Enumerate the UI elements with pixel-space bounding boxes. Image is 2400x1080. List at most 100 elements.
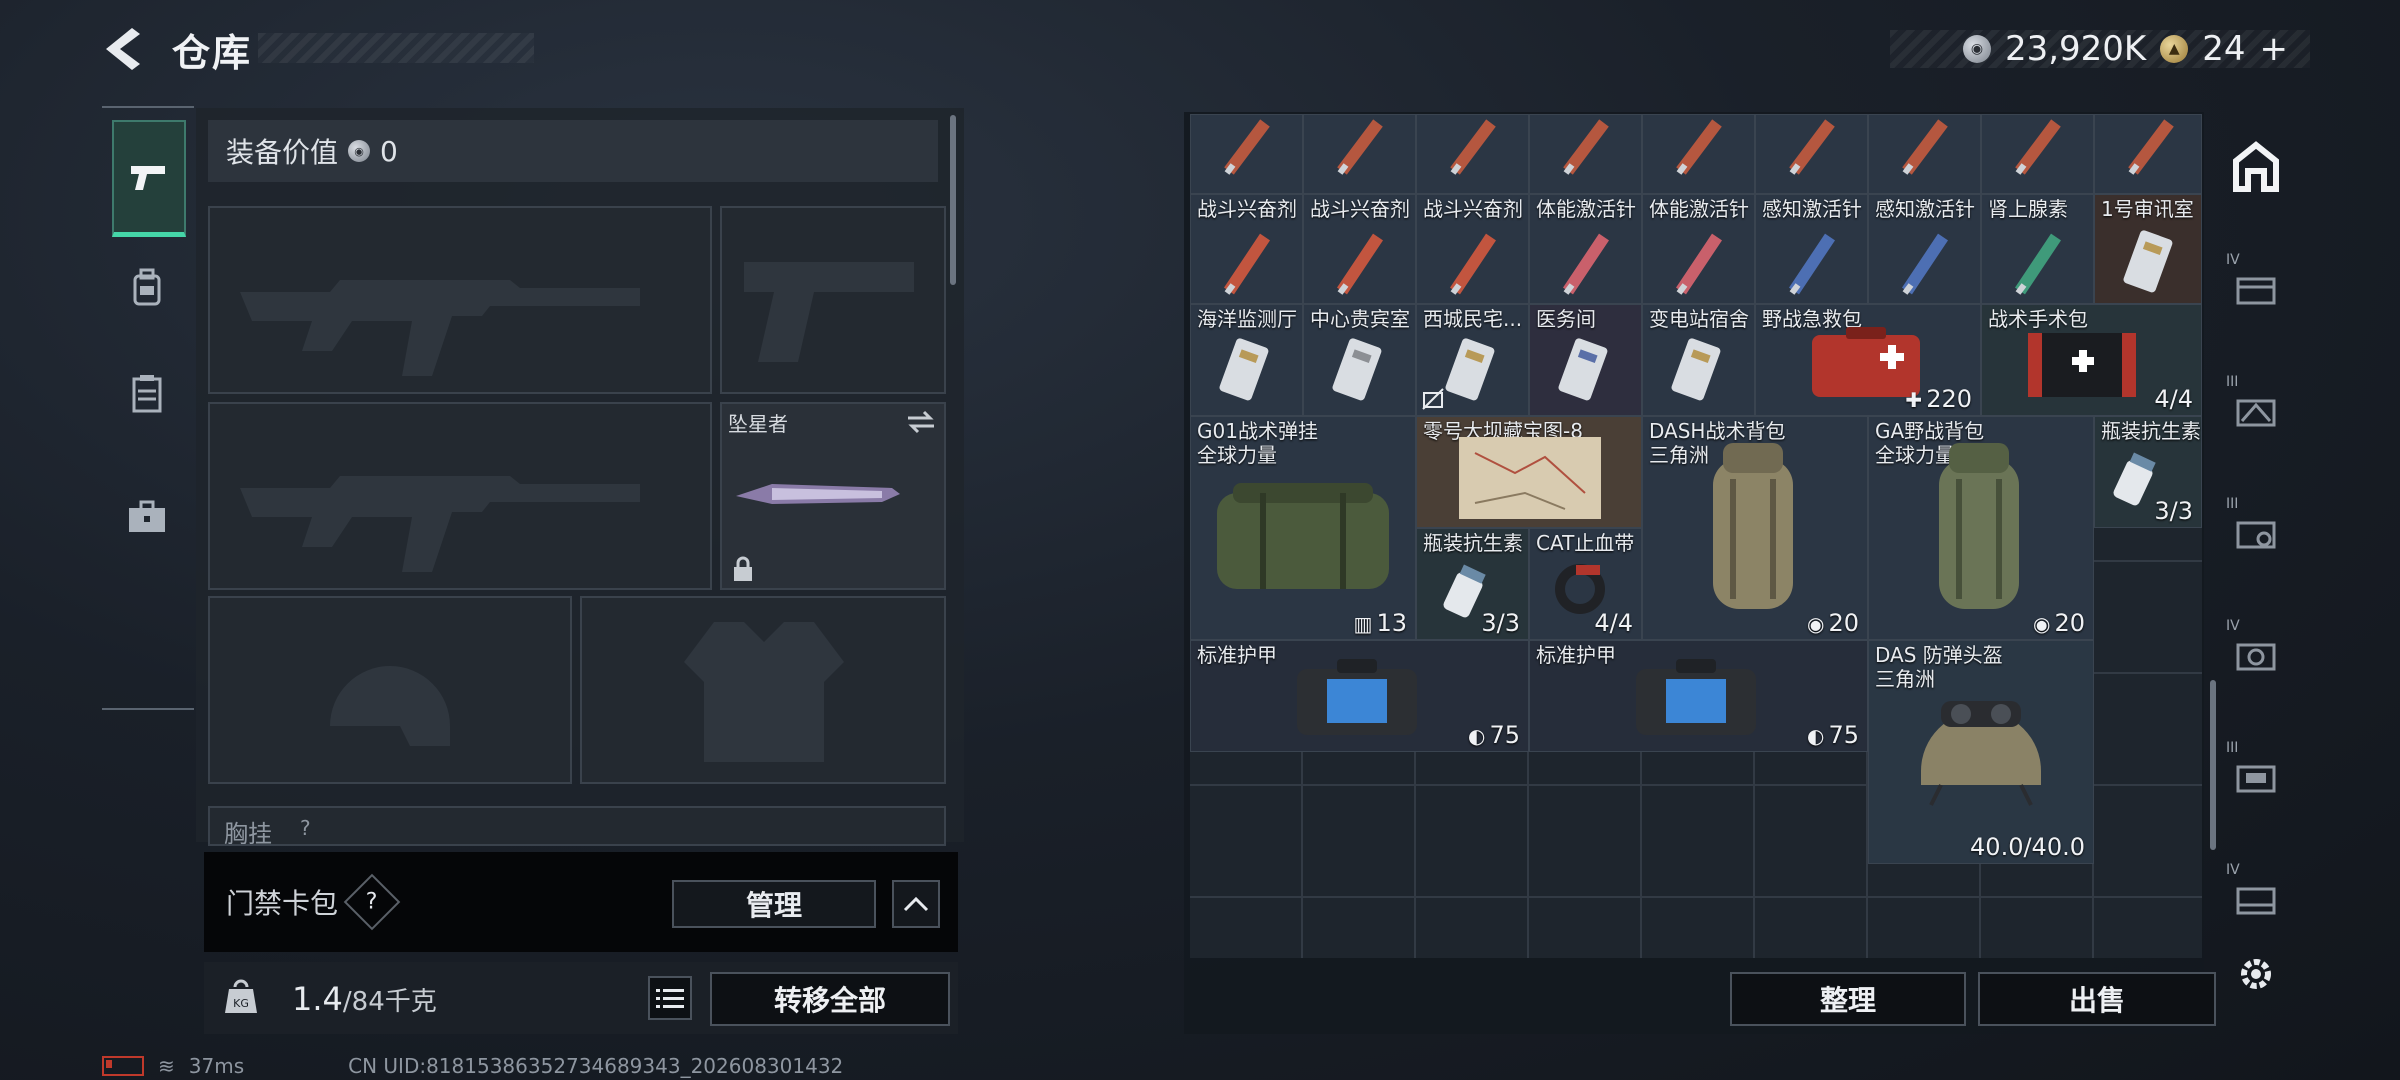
tourniquet-item[interactable]: CAT止血带 4/4 [1529,528,1642,640]
armor-item[interactable]: 标准护甲 ◐ 75 [1529,640,1868,752]
tab-weapons[interactable] [112,120,186,237]
syringe-item[interactable] [1190,114,1303,194]
syringe-item[interactable] [1416,114,1529,194]
syringe-icon [1676,233,1722,295]
treasure-map-item[interactable]: 零号大坝藏宝图-8 [1416,416,1642,528]
equipment-value-row: 装备价值 ◉ 0 [208,120,938,182]
helmet-slot[interactable] [208,596,572,784]
storage-home-icon [2233,141,2279,192]
tier-label: IV [2226,862,2240,878]
melee-slot[interactable]: 坠星者 [720,402,946,590]
stim-item[interactable]: 战斗兴奋剂 [1303,194,1416,304]
stim-item[interactable]: 肾上腺素 [1981,194,2094,304]
keycard-item[interactable]: 医务间 [1529,304,1642,416]
tab-vest[interactable] [112,338,182,448]
backpack-item[interactable]: DASH战术背包 三角洲 ◉ 20 [1642,416,1868,640]
tab-backpack[interactable] [112,232,182,342]
chest-rig-help: ? [300,816,311,840]
silver-amount: 23,920K [2004,29,2147,69]
body-armor-slot[interactable] [580,596,946,784]
medical-cross-icon: ✚ [1905,388,1923,412]
loadout-category-rail [102,106,194,712]
manage-button[interactable]: 管理 [672,880,876,928]
stim-item[interactable]: 体能激活针 [1642,194,1755,304]
keycard-icon [1558,338,1608,401]
storage-scrollbar[interactable] [2210,680,2216,850]
crate-icon [2236,521,2276,549]
syringe-item[interactable] [1529,114,1642,194]
stim-item[interactable]: 战斗兴奋剂 [1190,194,1303,304]
keycard-icon [1332,338,1382,401]
sort-button[interactable]: 整理 [1730,972,1966,1026]
stim-item[interactable]: 感知激活针 [1868,194,1981,304]
keycard-case-label: 门禁卡包 [226,887,339,920]
shield-icon: ◐ [1807,724,1825,748]
antibiotic-item[interactable]: 瓶装抗生素 3/3 [2094,416,2202,528]
syringe-icon [1224,119,1270,175]
syringe-item[interactable] [1642,114,1755,194]
stim-item[interactable]: 战斗兴奋剂 [1416,194,1529,304]
first-aid-kit-item[interactable]: 野战急救包 ✚ 220 [1755,304,1981,416]
crate-icon [2236,643,2276,671]
syringe-item[interactable] [1868,114,1981,194]
syringe-item[interactable] [1755,114,1868,194]
crate-icon [2236,765,2276,793]
item-capacity: ◉ 20 [2033,609,2085,637]
primary-weapon-slot[interactable] [208,206,712,394]
page-title: 仓库 [172,31,253,75]
sell-button[interactable]: 出售 [1978,972,2216,1026]
syringe-icon [1902,233,1948,295]
armor-item[interactable]: 标准护甲 ◐ 75 [1190,640,1529,752]
keycard-item[interactable]: 海洋监测厅 [1190,304,1303,416]
item-name: 战斗兴奋剂 [1310,197,1410,221]
secondary-weapon-slot[interactable] [208,402,712,590]
item-count: 3/3 [1481,609,1520,637]
backpack-small-icon: ◉ [1807,612,1825,636]
keycard-item[interactable]: 中心贵宾室 [1303,304,1416,416]
keycard-item[interactable]: 变电站宿舍 [1642,304,1755,416]
surgery-kit-item[interactable]: 战术手术包 4/4 [1981,304,2202,416]
item-name: 标准护甲 [1536,643,1616,667]
back-button[interactable] [100,24,148,74]
backpack-icon [133,268,161,306]
tab-storage-page[interactable]: IV [2226,844,2286,954]
settings-button[interactable] [2232,950,2280,998]
tab-storage-home[interactable] [2226,112,2286,222]
vest-small-icon: ▥ [1353,612,1373,636]
list-view-button[interactable] [648,976,692,1020]
transfer-all-button[interactable]: 转移全部 [710,972,950,1026]
syringe-item[interactable] [1303,114,1416,194]
item-count-value: 220 [1926,385,1972,413]
chest-rig-slot[interactable]: 胸挂 ? [208,806,946,846]
back-arrow-icon [106,28,140,70]
chest-rig-item[interactable]: G01战术弹挂 全球力量 ▥ 13 [1190,416,1416,640]
shield-icon: ◐ [1468,724,1486,748]
tab-storage-page[interactable]: III [2226,478,2286,588]
syringe-icon [2015,233,2061,295]
item-name: G01战术弹挂 [1197,419,1318,443]
tab-storage-page[interactable]: IV [2226,600,2286,710]
helmet-item[interactable]: DAS 防弹头盔 三角洲 40.0/40.0 [1868,640,2094,864]
helmet-icon [1921,701,2041,806]
tab-storage-page[interactable]: IV [2226,234,2286,344]
syringe-item[interactable] [2094,114,2202,194]
help-icon[interactable]: ? [343,873,401,931]
tab-storage-page[interactable]: III [2226,722,2286,832]
currency-bar: ◉ 23,920K ▲ 24 + [1890,29,2310,69]
tab-case[interactable] [112,462,182,572]
help-text: ? [366,889,378,915]
item-durability: ◐ 75 [1468,721,1520,749]
stim-item[interactable]: 感知激活针 [1755,194,1868,304]
antibiotic-item[interactable]: 瓶装抗生素 3/3 [1416,528,1529,640]
syringe-item[interactable] [1981,114,2094,194]
stim-item[interactable]: 体能激活针 [1529,194,1642,304]
backpack-item[interactable]: GA野战背包 全球力量 ◉ 20 [1868,416,2094,640]
sidearm-slot[interactable] [720,206,946,394]
expand-button[interactable] [892,880,940,928]
swap-icon[interactable] [906,410,936,434]
keycard-item[interactable]: 西城民宅... [1416,304,1529,416]
add-gold-button[interactable]: + [2260,29,2289,69]
tab-storage-page[interactable]: III [2226,356,2286,466]
keycard-item[interactable]: 1号审讯室 [2094,194,2202,304]
loadout-scrollbar[interactable] [950,115,956,285]
